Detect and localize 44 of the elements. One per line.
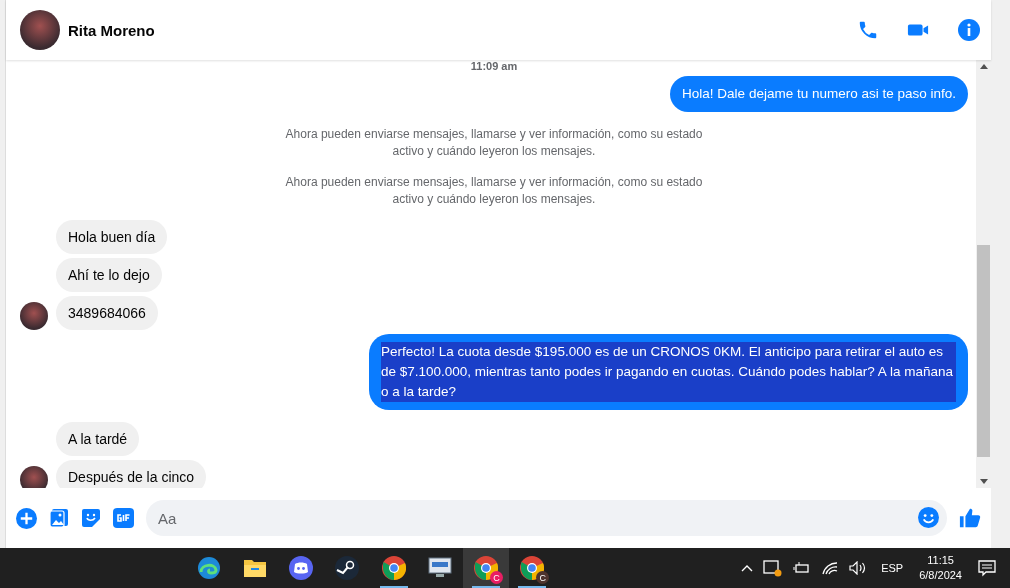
taskbar-app[interactable]: C [463, 548, 510, 588]
sent-message[interactable]: Hola! Dale dejame tu numero asi te paso info. [670, 76, 968, 112]
chevron-up-icon[interactable] [741, 564, 754, 572]
message-input[interactable]: Aa [146, 500, 947, 536]
received-message[interactable]: A la tardé [56, 422, 140, 456]
wifi-icon[interactable] [821, 561, 840, 575]
language-indicator[interactable]: ESP [881, 562, 904, 574]
received-message[interactable]: Hola buen día [56, 220, 168, 254]
info-icon[interactable] [957, 18, 981, 42]
clock-time[interactable]: 11:15 [927, 553, 954, 568]
message-text: Perfecto! La cuota desde $195.000 es de un CRONOS 0KM. El anticipo para retirar el auto es de $7.100.000, mientras tanto podes ir pagando en cuotas. Cuándo podes hablar? A la mañana o a la tarde? [381, 342, 956, 402]
scroll-down-icon[interactable] [979, 479, 988, 484]
contact-name[interactable]: Rita Moreno [68, 21, 155, 39]
sticker-icon[interactable] [81, 508, 101, 528]
message-text: Hola! Dale dejame tu numero asi te paso info. [682, 86, 956, 101]
thumbs-up-icon[interactable] [959, 507, 981, 529]
clock-date[interactable]: 6/8/2024 [919, 568, 962, 583]
chat-app-icon [289, 556, 314, 580]
received-message[interactable]: Después de la cinco [56, 460, 207, 488]
phone-icon[interactable] [857, 19, 879, 41]
scrollbar[interactable] [976, 60, 991, 488]
emoji-icon[interactable] [918, 507, 939, 528]
gif-icon[interactable] [113, 508, 134, 528]
game-app-icon [335, 556, 360, 580]
image-icon[interactable] [49, 508, 69, 528]
volume-icon[interactable] [849, 561, 868, 575]
folder-icon [243, 557, 268, 579]
avatar-icon[interactable] [20, 10, 60, 50]
device-icon[interactable] [763, 559, 784, 577]
scroll-up-icon[interactable] [979, 64, 988, 69]
received-message[interactable]: 3489684066 [56, 296, 158, 330]
system-notice: Ahora pueden enviarse mensajes, llamarse y ver información, como su estado activo y cuándo leyeron los mensajes. [284, 174, 704, 208]
scrollbar-thumb[interactable] [977, 245, 990, 457]
plus-icon[interactable] [16, 507, 37, 529]
taskbar-app[interactable]: C [509, 548, 556, 588]
sent-message[interactable]: Perfecto! La cuota desde $195.000 es de un CRONOS 0KM. El anticipo para retirar el auto es de $7.100.000, mientras tanto podes ir pagando en cuotas. Cuándo podes hablar? A la mañana o a la tarde? [369, 334, 968, 410]
notification-icon[interactable] [978, 559, 996, 577]
browser-icon [381, 556, 406, 580]
monitor-icon [426, 556, 453, 580]
timestamp: 11:09 am [469, 60, 519, 72]
received-message[interactable]: Ahí te lo dejo [56, 258, 162, 292]
system-notice: Ahora pueden enviarse mensajes, llamarse y ver información, como su estado activo y cuándo leyeron los mensajes. [284, 126, 704, 160]
battery-icon[interactable] [793, 561, 812, 575]
browser-icon [196, 556, 221, 580]
